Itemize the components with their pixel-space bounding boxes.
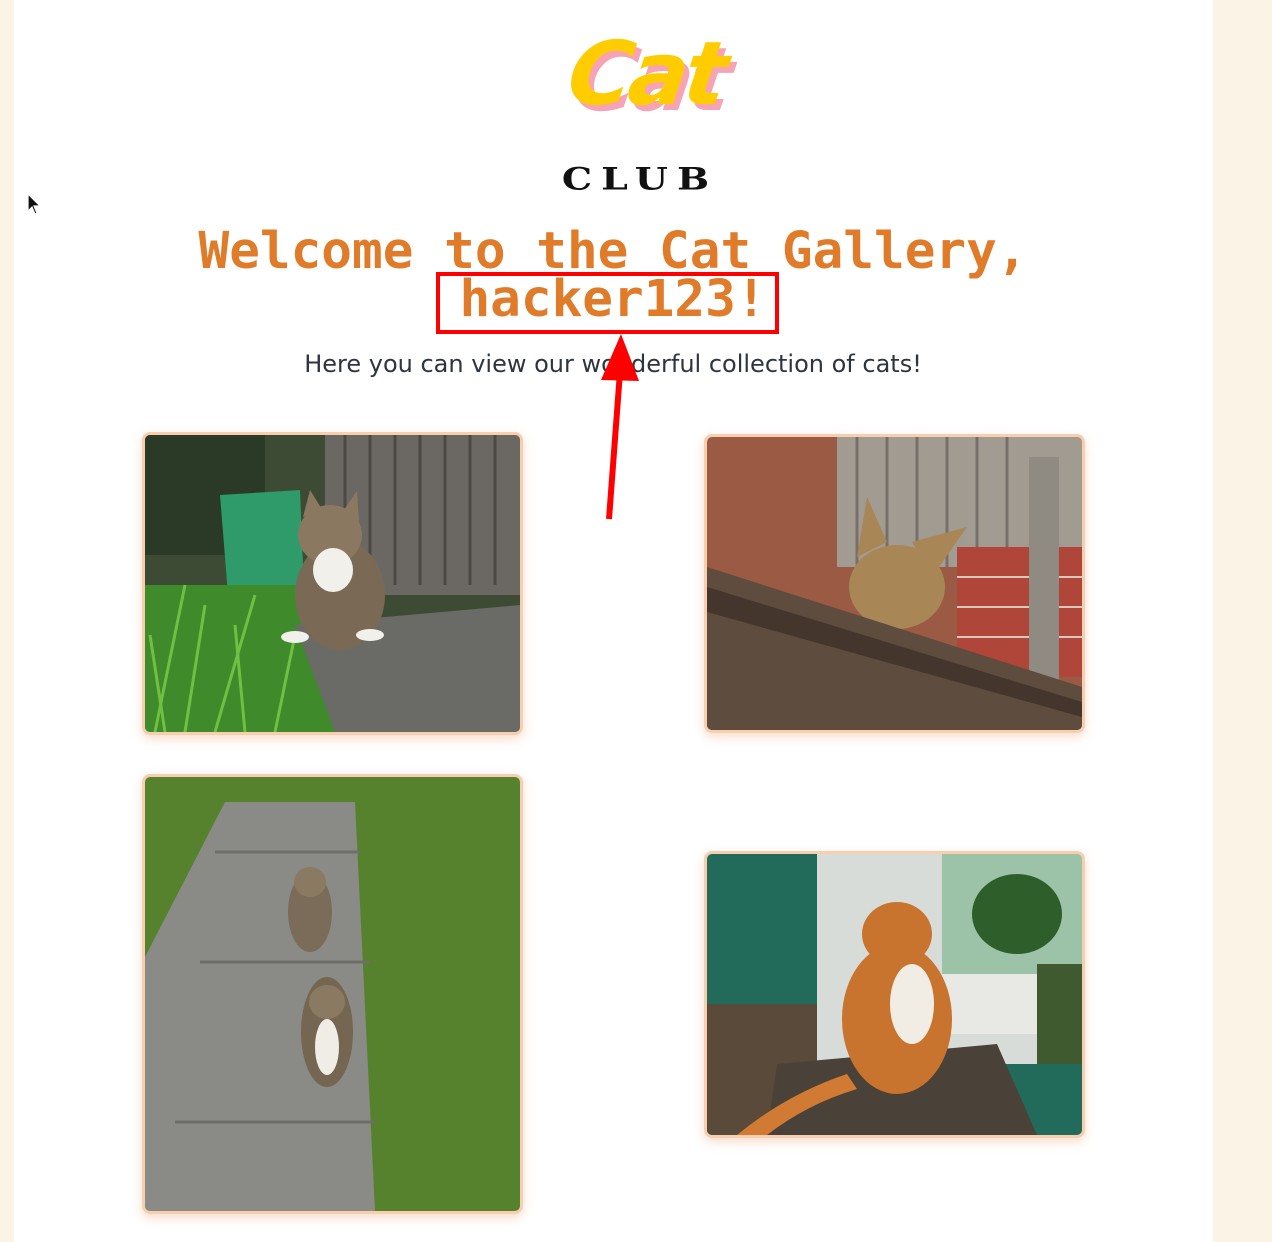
cat-photo-image [707, 437, 1082, 730]
gallery-photo[interactable] [704, 851, 1085, 1138]
logo-club-text: CLUB [561, 160, 719, 197]
mouse-pointer-icon [27, 193, 42, 215]
username-highlight-box [436, 272, 779, 334]
gallery-photo[interactable] [142, 432, 523, 735]
gallery-photo[interactable] [704, 434, 1085, 733]
cat-photo-image [145, 435, 520, 732]
cat-photo-image [707, 854, 1082, 1135]
gallery-photo[interactable] [142, 774, 523, 1214]
logo-cat-text: Cat [561, 22, 731, 125]
page-subtitle: Here you can view our wonderful collecti… [304, 350, 922, 378]
cat-photo-image [145, 777, 520, 1211]
cat-club-logo[interactable]: Cat CLUB [520, 18, 770, 198]
